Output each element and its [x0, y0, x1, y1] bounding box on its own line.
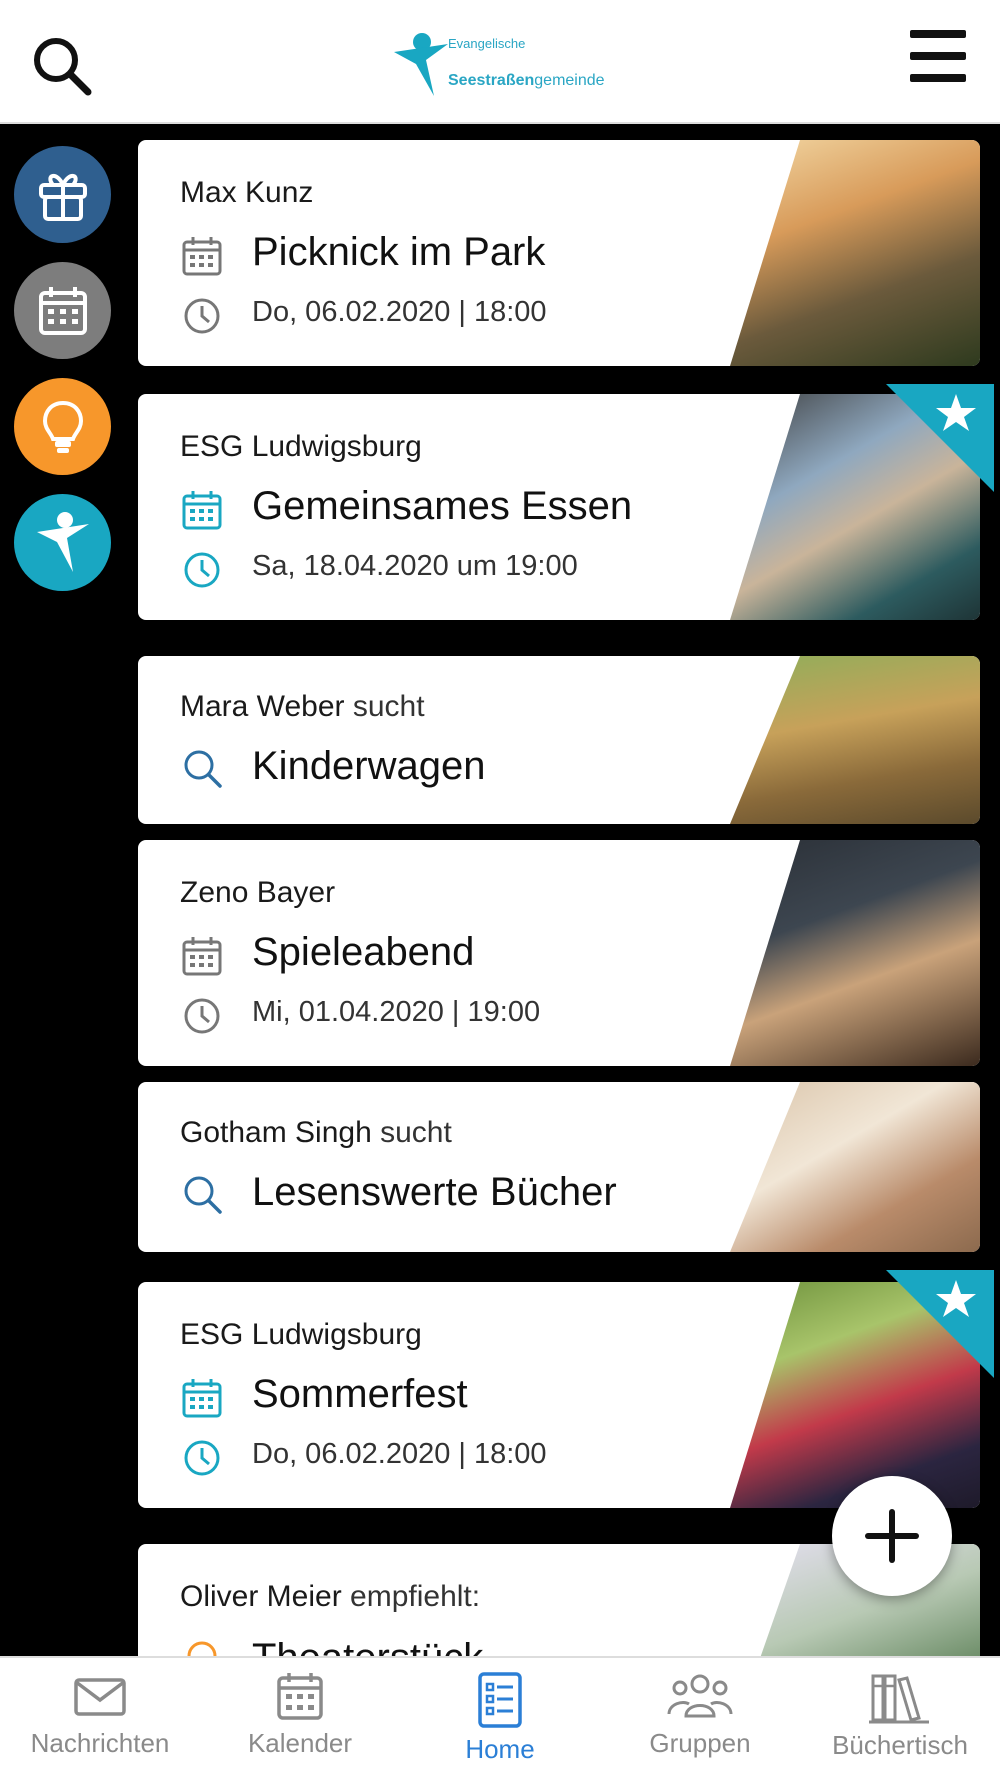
card-author: ESG Ludwigsburg — [180, 430, 422, 464]
author-name: Mara Weber — [180, 690, 345, 723]
card-datetime: Mi, 01.04.2020 | 19:00 — [252, 996, 541, 1028]
calendar-icon — [38, 286, 87, 335]
author-name: Max Kunz — [180, 176, 314, 209]
author-name: Gotham Singh — [180, 1116, 372, 1149]
feed-card-event-featured[interactable]: ESG Ludwigsburg Gemeinsames Essen Sa, 18… — [138, 394, 980, 620]
featured-star-ribbon — [886, 1270, 994, 1378]
gift-icon — [38, 173, 87, 221]
feed-card-search[interactable]: Gotham Singh sucht Lesenswerte Bücher — [138, 1082, 980, 1252]
group-icon — [667, 1674, 733, 1718]
rail-gift-button[interactable] — [14, 146, 111, 243]
church-logo-icon — [36, 511, 89, 572]
card-author: Zeno Bayer — [180, 876, 335, 910]
card-image-picnic — [730, 140, 980, 366]
card-image-chess — [730, 840, 980, 1066]
card-datetime: Do, 06.02.2020 | 18:00 — [252, 296, 547, 328]
nav-label: Home — [465, 1734, 535, 1764]
logo-line2: Seestraßengemeinde — [448, 72, 605, 90]
rail-church-button[interactable] — [14, 494, 111, 591]
calendar-icon — [277, 1673, 323, 1720]
feed-card-event-featured[interactable]: ESG Ludwigsburg Sommerfest Do, 06.02.202… — [138, 1282, 980, 1508]
author-suffix: empfiehlt: — [341, 1580, 481, 1613]
card-author: Oliver Meier empfiehlt: — [180, 1580, 480, 1614]
lightbulb-icon — [42, 400, 83, 453]
clock-icon — [184, 998, 220, 1034]
author-name: ESG Ludwigsburg — [180, 1318, 422, 1351]
card-author: Mara Weber sucht — [180, 690, 425, 724]
nav-item-gruppen[interactable]: Gruppen — [600, 1658, 800, 1778]
featured-star-ribbon — [886, 384, 994, 492]
card-title: Gemeinsames Essen — [252, 484, 633, 528]
feed-list: Max Kunz Picknick im Park Do, 06.02.2020… — [138, 124, 980, 1656]
nav-label: Kalender — [247, 1728, 353, 1758]
search-icon — [184, 750, 222, 788]
nav-item-buechertisch[interactable]: Büchertisch — [800, 1658, 1000, 1778]
card-title: Sommerfest — [252, 1372, 468, 1416]
clock-icon — [184, 298, 220, 334]
books-icon — [869, 1674, 929, 1724]
nav-item-nachrichten[interactable]: Nachrichten — [0, 1658, 200, 1778]
calendar-icon — [182, 491, 222, 530]
calendar-icon — [182, 1379, 222, 1418]
clock-icon — [184, 1440, 220, 1476]
home-list-icon — [478, 1672, 522, 1728]
rail-idea-button[interactable] — [14, 378, 111, 475]
card-title: Theaterstück — [252, 1636, 483, 1656]
nav-label: Gruppen — [649, 1728, 751, 1758]
card-image-book — [730, 1082, 980, 1252]
church-logo-icon — [394, 33, 448, 96]
card-title: Lesenswerte Bücher — [252, 1170, 617, 1214]
logo-rest-text: gemeinde — [534, 72, 605, 89]
add-post-button[interactable] — [832, 1476, 952, 1596]
logo-bold-text: Seestraßen — [448, 72, 535, 89]
feed-card-event[interactable]: Max Kunz Picknick im Park Do, 06.02.2020… — [138, 140, 980, 366]
church-logo[interactable]: Evangelische Seestraßengemeinde — [392, 30, 612, 102]
card-datetime: Do, 06.02.2020 | 18:00 — [252, 1438, 547, 1470]
card-image-family — [730, 656, 980, 824]
bottom-navigation: Nachrichten Kalender Home Gruppen Bücher… — [0, 1656, 1000, 1778]
author-suffix: sucht — [344, 690, 425, 723]
card-author: Gotham Singh sucht — [180, 1116, 452, 1150]
card-author: Max Kunz — [180, 176, 313, 210]
author-suffix: sucht — [371, 1116, 452, 1149]
plus-icon — [865, 1509, 919, 1563]
search-icon — [34, 38, 92, 96]
calendar-icon — [182, 937, 222, 976]
calendar-icon — [182, 237, 222, 276]
app-header: Evangelische Seestraßengemeinde — [0, 0, 1000, 124]
feed-card-event[interactable]: Zeno Bayer Spieleabend Mi, 01.04.2020 | … — [138, 840, 980, 1066]
feed-card-search[interactable]: Mara Weber sucht Kinderwagen — [138, 656, 980, 824]
search-button[interactable] — [28, 30, 98, 100]
card-datetime: Sa, 18.04.2020 um 19:00 — [252, 550, 578, 582]
card-title: Picknick im Park — [252, 230, 546, 274]
nav-label: Büchertisch — [832, 1730, 968, 1760]
nav-label: Nachrichten — [30, 1728, 170, 1758]
card-title: Spieleabend — [252, 930, 475, 974]
card-title: Kinderwagen — [252, 744, 486, 788]
author-name: ESG Ludwigsburg — [180, 430, 422, 463]
nav-item-kalender[interactable]: Kalender — [200, 1658, 400, 1778]
author-name: Oliver Meier — [180, 1580, 342, 1613]
menu-button[interactable] — [900, 26, 976, 88]
author-name: Zeno Bayer — [180, 876, 336, 909]
nav-item-home[interactable]: Home — [400, 1658, 600, 1778]
mail-icon — [74, 1678, 126, 1716]
hamburger-menu-icon — [910, 30, 966, 82]
logo-line1: Evangelische — [448, 36, 526, 51]
rail-calendar-button[interactable] — [14, 262, 111, 359]
lightbulb-icon — [187, 1641, 217, 1656]
search-icon — [184, 1176, 222, 1214]
card-author: ESG Ludwigsburg — [180, 1318, 422, 1352]
clock-icon — [184, 552, 220, 588]
